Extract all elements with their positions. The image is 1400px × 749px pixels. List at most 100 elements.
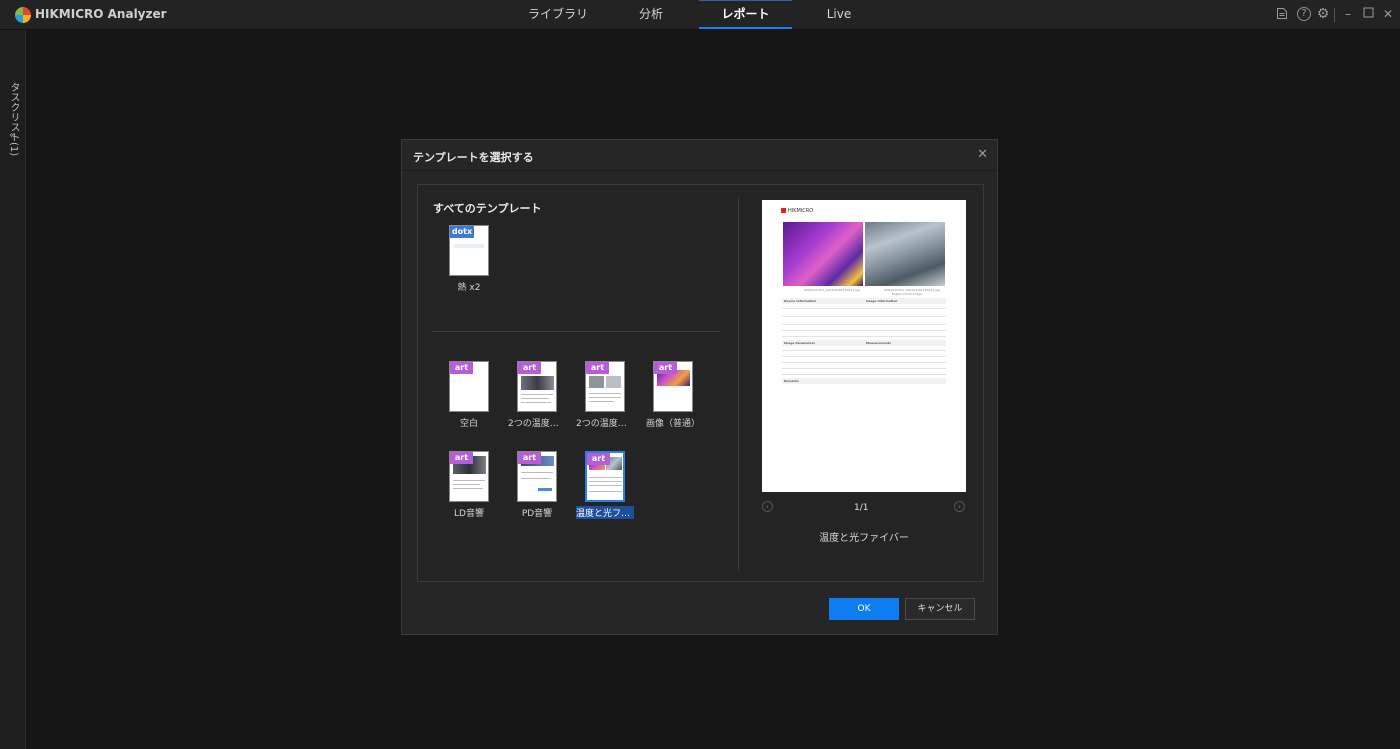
tab-analysis[interactable]: 分析 (614, 0, 688, 29)
thumb-line (521, 398, 549, 399)
preview-row (782, 336, 946, 337)
preview-row (782, 324, 946, 325)
template-badge: art (586, 362, 609, 374)
thumb-line (589, 491, 622, 492)
preview-section-title: Measurements (866, 341, 891, 345)
close-window-icon[interactable]: ✕ (1381, 7, 1395, 21)
thumb-line (454, 244, 484, 248)
preview-row (782, 350, 946, 351)
page-indicator: 1/1 (854, 503, 869, 513)
template-label: 空白 (459, 419, 478, 429)
template-badge: art (518, 362, 541, 374)
thumb-line (589, 401, 614, 402)
template-item[interactable]: art 2つの温度一... (500, 361, 574, 429)
thumb-line (589, 477, 622, 478)
template-thumbnail[interactable]: art (653, 361, 693, 412)
tab-library[interactable]: ライブラリ (518, 0, 598, 29)
template-badge: art (518, 452, 541, 464)
preview-section-title: Remarks (784, 379, 799, 383)
thumb-image (589, 376, 604, 388)
thumb-line (589, 481, 622, 482)
close-icon[interactable]: ✕ (977, 147, 988, 162)
preview-section-title: Device Information (784, 299, 817, 303)
next-page-icon[interactable]: › (954, 501, 965, 512)
template-badge: art (450, 452, 473, 464)
preview-section-title: Image Information (866, 299, 898, 303)
dialog-body: すべてのテンプレート dotx 熱 x2 art 空白 art 2つの温度一..… (417, 184, 984, 582)
minimize-icon[interactable]: – (1341, 7, 1355, 21)
preview-row (782, 356, 946, 357)
tab-live[interactable]: Live (806, 0, 872, 29)
preview-caption: HM20170701_20220918154322.jpeg (804, 288, 860, 292)
title-separator (1334, 8, 1335, 22)
preview-row (782, 374, 946, 375)
thumb-line (453, 484, 480, 485)
maximize-icon[interactable] (1361, 7, 1375, 21)
thumb-line (521, 478, 551, 479)
template-badge: dotx (450, 226, 474, 238)
all-templates-heading: すべてのテンプレート (433, 202, 542, 215)
template-label: 2つの温度一... (508, 419, 566, 429)
preview-divider (738, 197, 739, 571)
thumb-line (453, 488, 483, 489)
task-list-label[interactable]: タスクリスト(1) (6, 82, 21, 156)
template-item[interactable]: dotx 熱 x2 (432, 225, 506, 293)
preview-thermal-image (783, 222, 863, 286)
tab-report[interactable]: レポート (699, 0, 792, 29)
preview-row (782, 308, 946, 309)
template-item[interactable]: art 空白 (432, 361, 506, 429)
report-file-icon[interactable] (1275, 7, 1289, 21)
dialog-header: テンプレートを選択する ✕ (402, 140, 997, 171)
thumb-line (589, 393, 621, 394)
template-thumbnail[interactable]: art (449, 451, 489, 502)
preview-visual-image (865, 222, 945, 286)
section-divider (432, 331, 720, 332)
preview-section-title: Image Parameters (784, 341, 816, 345)
title-bar: HIKMICRO Analyzer ライブラリ 分析 レポート Live ? ⚙… (0, 0, 1400, 30)
template-preview-page: HIKMICRO HM20170701_20220918154322.jpeg … (762, 200, 966, 492)
gear-icon[interactable]: ⚙ (1316, 7, 1330, 21)
prev-page-icon[interactable]: ‹ (762, 501, 773, 512)
template-item[interactable]: art 2つの温度比... (568, 361, 642, 429)
thumb-image (606, 376, 621, 388)
template-thumbnail[interactable]: art (585, 451, 625, 502)
template-item[interactable]: art LD音響 (432, 451, 506, 519)
ok-button[interactable]: OK (829, 598, 899, 620)
thumb-line (521, 472, 553, 473)
preview-caption: Digital Visual Image (892, 292, 922, 296)
thumb-line (589, 485, 622, 486)
preview-row (782, 330, 946, 331)
template-thumbnail[interactable]: art (517, 451, 557, 502)
template-thumbnail[interactable]: art (585, 361, 625, 412)
template-badge: art (587, 453, 610, 465)
thumb-line (521, 394, 553, 395)
template-item[interactable]: art PD音響 (500, 451, 574, 519)
app-title: HIKMICRO Analyzer (35, 7, 167, 21)
template-item-selected[interactable]: art 温度と光ファイ... (568, 451, 642, 519)
app-logo-icon (15, 7, 31, 23)
template-thumbnail[interactable]: dotx (449, 225, 489, 276)
template-label: 2つの温度比... (576, 419, 634, 429)
template-label: 画像（普通） (645, 419, 700, 429)
template-badge: art (450, 362, 473, 374)
thumb-image (538, 488, 552, 491)
template-label: LD音響 (454, 509, 484, 519)
template-thumbnail[interactable]: art (517, 361, 557, 412)
template-item[interactable]: art 画像（普通） (636, 361, 710, 429)
preview-row (782, 362, 946, 363)
template-thumbnail[interactable]: art (449, 361, 489, 412)
thumb-line (589, 397, 621, 398)
preview-logo: HIKMICRO (781, 208, 813, 214)
task-list-panel[interactable]: タスクリスト(1) « (0, 30, 26, 749)
thumb-line (453, 480, 485, 481)
expand-chevron-icon[interactable]: « (9, 130, 15, 141)
cancel-button[interactable]: キャンセル (905, 598, 975, 620)
help-icon[interactable]: ? (1297, 7, 1311, 21)
preview-template-name: 温度と光ファイバー (819, 533, 909, 544)
template-label: 熱 x2 (457, 283, 481, 293)
template-label: 温度と光ファイ... (576, 506, 634, 519)
template-label: PD音響 (521, 509, 553, 519)
thumb-image (521, 376, 554, 390)
preview-row (782, 368, 946, 369)
template-badge: art (654, 362, 677, 374)
